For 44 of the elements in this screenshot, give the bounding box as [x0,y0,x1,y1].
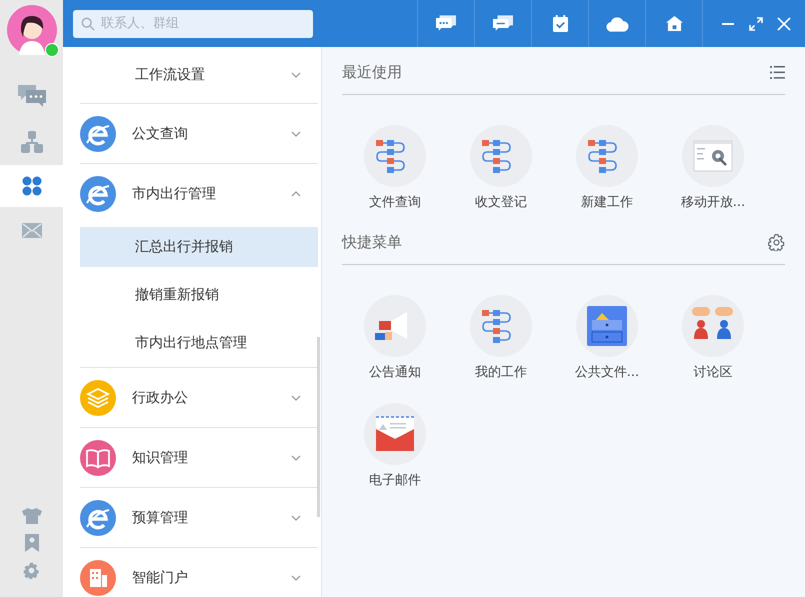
chevron-up-icon [291,190,301,196]
search-field[interactable]: 联系人、群组 [73,10,313,38]
menu-group[interactable]: 智能门户 [80,547,318,597]
settings-icon[interactable] [768,234,785,250]
menu-group[interactable]: 预算管理 [80,487,318,547]
discussion-icon[interactable] [682,295,744,357]
app-label[interactable]: 文件查询 [369,193,421,211]
apps-icon[interactable] [0,165,63,207]
menu-group[interactable]: 市内出行管理 [80,163,318,223]
search-icon [81,16,95,30]
maximize-icon[interactable] [749,16,763,30]
app-label[interactable]: 收文登记 [475,193,527,211]
flowchart-icon[interactable] [364,125,426,187]
menu-group[interactable]: 公文查询 [80,103,318,163]
section-title: 最近使用 [342,62,402,82]
menu-item[interactable]: 市内出行地点管理 [80,323,318,363]
app-label[interactable]: 公共文件... [574,363,640,381]
chevron-down-icon [291,130,301,136]
envelope-icon[interactable] [364,403,426,465]
flowchart-icon[interactable] [470,295,532,357]
app-label[interactable]: 公告通知 [369,363,421,381]
chevron-down-icon [291,394,301,400]
drawer-icon[interactable] [576,295,638,357]
close-icon[interactable] [777,16,791,30]
section-title: 快捷菜单 [342,232,402,252]
avatar[interactable] [6,5,56,55]
chevron-down-icon [291,72,301,78]
app-label[interactable]: 新建工作 [581,193,633,211]
app-label[interactable]: 电子邮件 [369,471,421,489]
menu-item[interactable]: 工作流设置 [80,47,291,103]
flowchart-icon[interactable] [470,125,532,187]
menu-item[interactable]: 汇总出行并报销 [80,227,318,267]
chevron-down-icon [291,454,301,460]
flowchart-icon[interactable] [576,125,638,187]
chevron-down-icon [291,514,301,520]
menu-group[interactable]: 行政办公 [80,367,318,427]
menu-item[interactable]: 撤销重新报销 [80,275,318,315]
app-label[interactable]: 讨论区 [694,363,732,381]
app-label[interactable]: 我的工作 [475,363,527,381]
menu-group[interactable]: 知识管理 [80,427,318,487]
megaphone-icon[interactable] [364,295,426,357]
app-label[interactable]: 移动开放... [680,193,746,211]
chevron-down-icon [291,574,301,580]
list-icon[interactable] [770,66,785,78]
